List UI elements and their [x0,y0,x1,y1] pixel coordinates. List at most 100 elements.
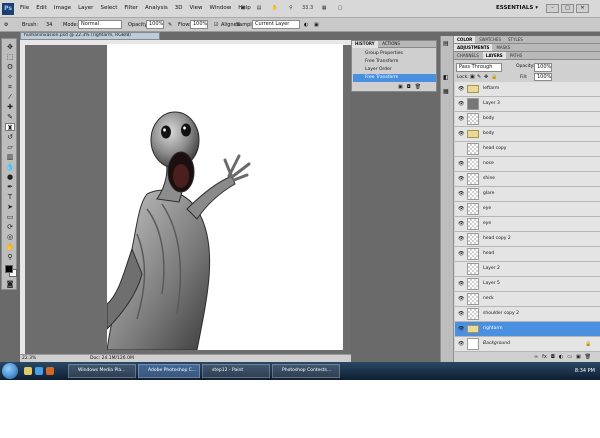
media-player-icon[interactable] [46,367,54,375]
menu-file[interactable]: File [20,5,29,11]
eye-icon[interactable]: 👁 [458,101,464,107]
menu-edit[interactable]: Edit [36,5,47,11]
menu-select[interactable]: Select [100,5,117,11]
eyedropper-icon[interactable]: ⁄ [5,93,15,101]
foreground-color-swatch[interactable] [5,265,13,273]
ignore-adjustment-icon[interactable]: ◐ [304,22,308,28]
move-tool-icon[interactable]: ✥ [5,43,15,51]
history-panel-icon[interactable]: ▤ [443,40,449,47]
zoom-tool-icon[interactable]: ⚲ [286,4,296,13]
menu-filter[interactable]: Filter [124,5,138,11]
history-item[interactable]: Layer Order [353,66,436,74]
layer-row[interactable]: 👁 Layer 5 [455,277,600,292]
zoom-level[interactable]: 33.3 [302,4,313,13]
history-item[interactable]: Free Transform [353,58,436,66]
taskbar-item[interactable]: Photoshop Contests... [272,364,340,378]
clone-stamp-icon[interactable]: ♜ [5,123,15,132]
quick-mask-icon[interactable]: ◙ [5,280,15,288]
aligned-checkbox[interactable]: ☑ [214,22,218,28]
eye-icon[interactable]: 👁 [458,161,464,167]
lock-all-icon[interactable]: 🔒 [491,74,497,80]
screen-mode-icon[interactable]: ▢ [335,4,345,13]
tab-channels[interactable]: CHANNELS [454,52,482,59]
shape-tool-icon[interactable]: ▭ [5,213,15,221]
browser-icon[interactable] [35,367,43,375]
eye-icon-hidden[interactable] [458,146,464,152]
add-mask-icon[interactable]: ◘ [551,354,555,360]
menu-analysis[interactable]: Analysis [145,5,168,11]
minimize-icon[interactable]: – [546,4,559,13]
hand-icon[interactable]: ✋ [5,243,15,251]
arrange-documents-icon[interactable]: ▦ [319,4,329,13]
eye-icon[interactable]: 👁 [458,206,464,212]
new-group-icon[interactable]: ▭ [567,354,572,360]
clock[interactable]: 8:34 PM [575,368,595,374]
delete-layer-icon[interactable]: 🗑 [585,354,591,360]
layer-row[interactable]: 👁 eye [455,202,600,217]
layer-row-selected[interactable]: 👁 rightarm [455,322,600,337]
document-tab[interactable]: humaninvasion.psd @ 22.3% (rightarm, RGB… [20,32,160,40]
history-item-selected[interactable]: Free Transform [353,74,436,82]
layer-row[interactable]: Layer 2 [455,262,600,277]
eye-icon[interactable]: 👁 [458,86,464,92]
zoom-icon[interactable]: ⚲ [5,253,15,261]
zoom-percentage[interactable]: 22.3% [22,355,36,362]
color-panel-icon[interactable]: ◧ [443,74,449,81]
workspace-switcher[interactable]: ESSENTIALS ▾ [496,5,538,11]
layer-row[interactable]: 👁 shoulder copy 2 [455,307,600,322]
menu-3d[interactable]: 3D [175,5,183,11]
path-selection-icon[interactable]: ➤ [5,203,15,211]
eye-icon[interactable]: 👁 [458,176,464,182]
tab-layers[interactable]: LAYERS [482,52,506,59]
tab-history[interactable]: HISTORY [352,41,378,48]
trash-icon[interactable]: 🗑 [415,84,421,90]
lock-position-icon[interactable]: ✥ [484,74,488,80]
3d-orbit-icon[interactable]: ◎ [5,233,15,241]
crop-tool-icon[interactable]: ⌗ [5,83,15,91]
pen-tool-icon[interactable]: ✒ [5,183,15,191]
layer-style-icon[interactable]: fx [542,354,547,360]
eye-icon[interactable]: 👁 [458,116,464,122]
snapshot-icon[interactable]: ◘ [407,84,411,90]
magic-wand-icon[interactable]: ✧ [5,73,15,81]
taskbar-item[interactable]: Windows Media Pla... [68,364,136,378]
layer-row[interactable]: 👁 neck [455,292,600,307]
healing-brush-icon[interactable]: ✚ [5,103,15,111]
layer-row[interactable]: 👁 Background 🔒 [455,337,600,352]
tab-masks[interactable]: MASKS [493,44,513,51]
flow-field[interactable]: 100% [190,20,208,29]
marquee-tool-icon[interactable]: ⬚ [5,53,15,61]
blend-mode-select[interactable]: Pass Through [456,63,502,72]
lock-pixels-icon[interactable]: ✎ [477,74,481,80]
layer-opacity-field[interactable]: 100% [534,63,552,72]
eye-icon[interactable]: 👁 [458,281,464,287]
vertical-ruler[interactable] [20,40,25,354]
tab-actions[interactable]: ACTIONS [379,41,403,48]
mode-select[interactable]: Normal [78,20,122,29]
tool-preset-icon[interactable]: ⚙ [4,22,8,28]
eye-icon[interactable]: 👁 [458,296,464,302]
hand-tool-icon[interactable]: ✋ [270,4,280,13]
layer-row[interactable]: head copy [455,142,600,157]
eye-icon[interactable]: 👁 [458,341,464,347]
taskbar-item[interactable]: step12 - Paint [202,364,270,378]
tab-color[interactable]: COLOR [454,36,476,43]
swatches-panel-icon[interactable]: ▦ [443,88,449,95]
explorer-icon[interactable] [24,367,32,375]
menu-image[interactable]: Image [54,5,71,11]
opacity-field[interactable]: 100% [146,20,164,29]
history-brush-icon[interactable]: ↺ [5,133,15,141]
3d-rotate-icon[interactable]: ⟳ [5,223,15,231]
layer-row[interactable]: 👁 eye [455,217,600,232]
history-item[interactable]: Group Properties [353,50,436,58]
eye-icon[interactable]: 👁 [458,311,464,317]
tab-paths[interactable]: PATHS [507,52,526,59]
link-layers-icon[interactable]: ∞ [534,354,538,360]
layer-row[interactable]: 👁 leftarm [455,82,600,97]
fill-field[interactable]: 100% [534,73,552,81]
eye-icon[interactable]: 👁 [458,236,464,242]
mini-bridge-icon[interactable]: ▤ [254,4,264,13]
close-icon[interactable]: ✕ [576,4,589,13]
eye-icon-hidden[interactable] [458,266,464,272]
lasso-tool-icon[interactable]: ʘ [5,63,15,71]
